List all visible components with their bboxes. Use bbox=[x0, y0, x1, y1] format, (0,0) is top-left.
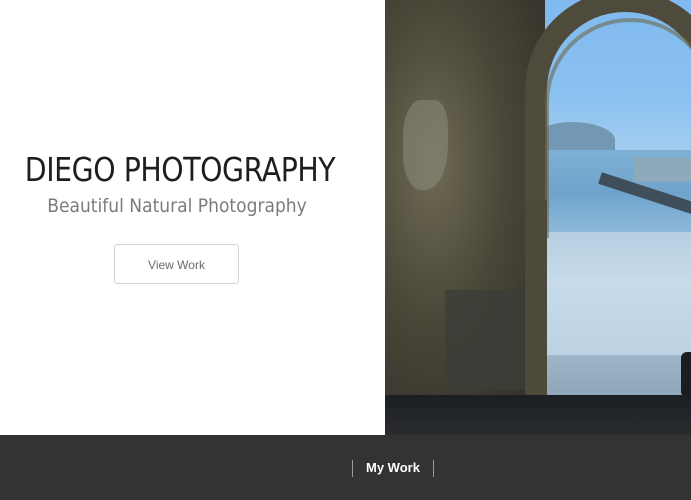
photo-beach bbox=[535, 232, 691, 357]
photo-person bbox=[681, 352, 691, 396]
photo-stone-wall bbox=[385, 0, 545, 410]
page: DIEGO PHOTOGRAPHY Beautiful Natural Phot… bbox=[0, 0, 691, 500]
page-title: DIEGO PHOTOGRAPHY bbox=[24, 150, 336, 189]
nav-item-my-work[interactable]: My Work bbox=[353, 459, 433, 477]
hero-text-panel: DIEGO PHOTOGRAPHY Beautiful Natural Phot… bbox=[0, 0, 385, 435]
hero-photo bbox=[385, 0, 691, 435]
nav-divider-right bbox=[432, 459, 434, 477]
photo-arch-trim bbox=[545, 18, 691, 238]
photo-floor bbox=[385, 395, 691, 435]
view-work-button[interactable]: View Work bbox=[114, 244, 239, 284]
photo-pillar bbox=[525, 200, 547, 410]
footer-nav-bar: My Work bbox=[0, 435, 691, 500]
footer-nav: My Work bbox=[352, 459, 434, 477]
page-subtitle: Beautiful Natural Photography bbox=[47, 195, 307, 217]
